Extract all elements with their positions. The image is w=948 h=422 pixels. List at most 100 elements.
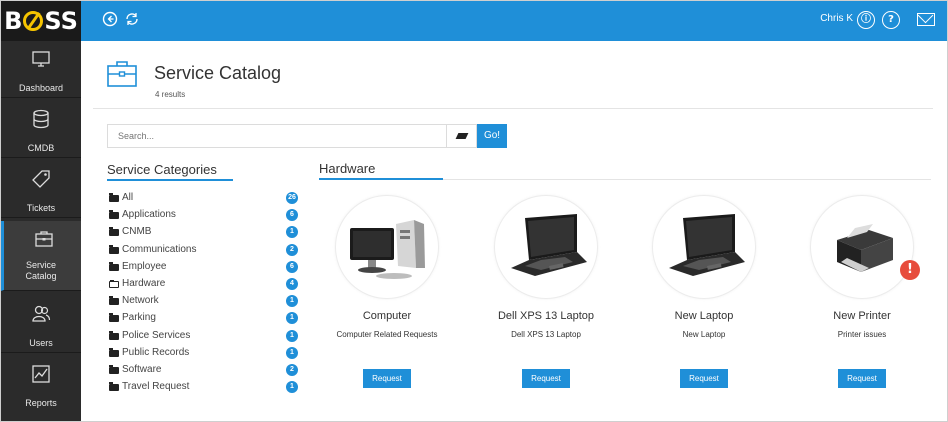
sidebar-item-tickets[interactable]: Tickets — [1, 161, 81, 218]
category-item-applications[interactable]: Applications 6 — [109, 208, 299, 225]
count-badge: 1 — [286, 312, 298, 325]
clear-search-button[interactable] — [447, 124, 477, 148]
page-header: Service Catalog 4 results — [93, 49, 933, 109]
briefcase-icon — [35, 231, 53, 247]
monitor-icon — [32, 51, 50, 67]
category-item-software[interactable]: Software 2 — [109, 363, 299, 380]
category-item-police-services[interactable]: Police Services 1 — [109, 329, 299, 346]
user-name[interactable]: Chris K — [820, 13, 853, 24]
alert-icon: ! — [900, 260, 920, 280]
category-item-network[interactable]: Network 1 — [109, 294, 299, 311]
catalog-card-computer: Computer Computer Related Requests Reque… — [307, 195, 467, 395]
count-badge: 2 — [286, 363, 298, 376]
folder-icon — [109, 313, 119, 323]
category-list: All 26 Applications 6 CNMB 1 Communications… — [109, 191, 299, 397]
card-title: Computer — [362, 310, 412, 322]
category-item-travel-request[interactable]: Travel Request 1 — [109, 380, 299, 397]
category-item-all[interactable]: All 26 — [109, 191, 299, 208]
folder-icon — [109, 296, 119, 306]
count-badge: 2 — [286, 243, 298, 256]
request-button[interactable]: Request — [363, 369, 411, 388]
printer-image[interactable]: ! — [810, 195, 920, 299]
sidebar-item-label: Reports — [25, 398, 57, 408]
laptop-image[interactable] — [652, 195, 756, 299]
refresh-icon[interactable] — [123, 11, 141, 29]
count-badge: 1 — [286, 226, 298, 239]
sidebar-item-service-catalog[interactable]: Service Catalog — [1, 221, 81, 291]
search-input[interactable] — [107, 124, 447, 148]
sidebar-item-label: Users — [29, 338, 53, 348]
sidebar-item-cmdb[interactable]: CMDB — [1, 101, 81, 158]
count-badge: 1 — [286, 295, 298, 308]
categories-title: Service Categories — [107, 162, 217, 177]
results-count: 4 results — [155, 90, 186, 99]
folder-icon — [109, 227, 119, 237]
back-icon[interactable] — [101, 11, 119, 29]
category-label: Communications — [122, 243, 197, 255]
category-label: Parking — [122, 312, 156, 324]
card-description: New Laptop — [682, 330, 726, 339]
folder-icon — [109, 364, 119, 374]
mail-icon[interactable] — [917, 13, 935, 26]
sidebar-item-label: CMDB — [27, 143, 55, 153]
sidebar-item-label: Tickets — [26, 203, 56, 213]
request-button[interactable]: Request — [522, 369, 570, 388]
folder-open-icon — [109, 279, 119, 288]
catalog-card-dell-xps-13-laptop: Dell XPS 13 Laptop Dell XPS 13 Laptop Re… — [466, 195, 626, 395]
sidebar-item-users[interactable]: Users — [1, 296, 81, 353]
database-icon — [33, 109, 49, 129]
category-label: Travel Request — [122, 381, 190, 393]
card-description: Computer Related Requests — [336, 330, 438, 339]
category-label: Applications — [122, 209, 176, 221]
laptop-image[interactable] — [494, 195, 598, 299]
category-item-parking[interactable]: Parking 1 — [109, 311, 299, 328]
card-title: New Laptop — [674, 310, 734, 322]
category-label: Software — [122, 363, 162, 375]
chart-icon — [32, 365, 50, 383]
request-button[interactable]: Request — [680, 369, 728, 388]
sidebar-item-dashboard[interactable]: Dashboard — [1, 41, 81, 98]
count-badge: 6 — [286, 260, 298, 273]
folder-icon — [109, 244, 119, 254]
category-item-communications[interactable]: Communications 2 — [109, 243, 299, 260]
category-label: CNMB — [122, 226, 152, 238]
sidebar-item-label: Dashboard — [18, 83, 64, 93]
card-title: New Printer — [833, 310, 891, 322]
category-item-cnmb[interactable]: CNMB 1 — [109, 225, 299, 242]
sidebar: Dashboard CMDB Tickets Service Catalog Us… — [1, 41, 81, 421]
folder-icon — [109, 261, 119, 271]
card-title: Dell XPS 13 Laptop — [497, 310, 594, 322]
sidebar-item-label: Service Catalog — [25, 260, 57, 281]
count-badge: 1 — [286, 381, 298, 394]
page-title: Service Catalog — [154, 63, 282, 83]
briefcase-icon — [107, 61, 137, 87]
folder-icon — [109, 210, 119, 220]
folder-icon — [109, 330, 119, 340]
go-button[interactable]: Go! — [477, 124, 507, 148]
count-badge: 1 — [286, 329, 298, 342]
users-icon — [32, 305, 51, 322]
catalog-card-new-laptop: New Laptop New Laptop Request — [624, 195, 784, 395]
eraser-icon — [455, 133, 469, 139]
card-description: Dell XPS 13 Laptop — [511, 330, 581, 339]
category-label: Network — [122, 295, 159, 307]
folder-icon — [109, 347, 119, 357]
request-button[interactable]: Request — [838, 369, 886, 388]
boss-logo[interactable]: B SS — [1, 1, 81, 41]
category-item-hardware[interactable]: Hardware 4 — [109, 277, 299, 294]
section-underline — [319, 178, 443, 180]
category-label: Public Records — [122, 346, 190, 358]
tag-icon — [32, 170, 50, 188]
category-item-public-records[interactable]: Public Records 1 — [109, 346, 299, 363]
help-icon[interactable]: ? — [882, 11, 900, 29]
count-badge: 26 — [286, 192, 298, 204]
count-badge: 6 — [286, 209, 298, 222]
category-label: Hardware — [122, 277, 166, 289]
category-item-employee[interactable]: Employee 6 — [109, 260, 299, 277]
section-title: Hardware — [319, 161, 376, 176]
sidebar-item-reports[interactable]: Reports — [1, 356, 81, 413]
card-description: Printer issues — [837, 330, 887, 339]
computer-image[interactable] — [335, 195, 439, 299]
folder-icon — [109, 193, 119, 202]
user-account-icon[interactable]: ⓘ — [857, 11, 875, 29]
